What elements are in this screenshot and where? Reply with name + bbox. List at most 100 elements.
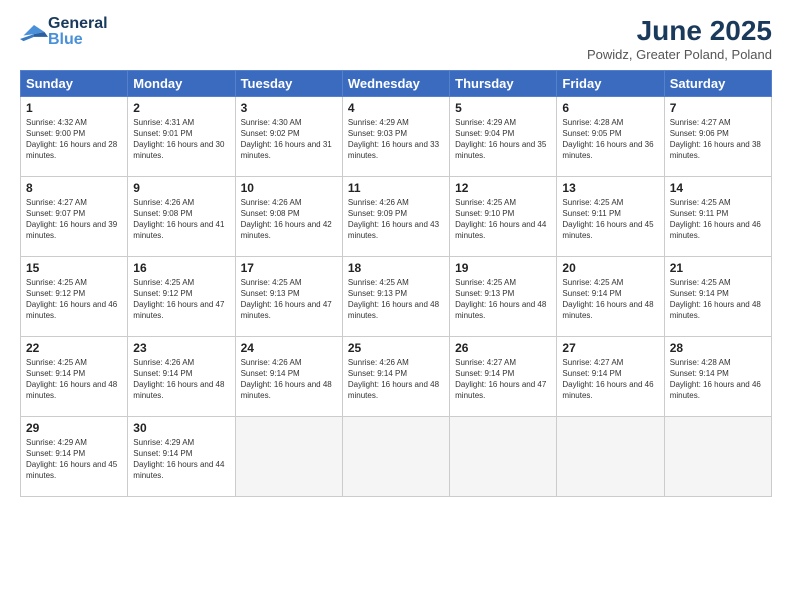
table-row: 9 Sunrise: 4:26 AMSunset: 9:08 PMDayligh… <box>128 176 235 256</box>
day-number: 24 <box>241 341 337 355</box>
calendar-week-5: 29 Sunrise: 4:29 AMSunset: 9:14 PMDaylig… <box>21 416 772 496</box>
day-info: Sunrise: 4:25 AMSunset: 9:14 PMDaylight:… <box>562 278 653 321</box>
day-number: 25 <box>348 341 444 355</box>
day-info: Sunrise: 4:32 AMSunset: 9:00 PMDaylight:… <box>26 118 117 161</box>
table-row: 20 Sunrise: 4:25 AMSunset: 9:14 PMDaylig… <box>557 256 664 336</box>
day-info: Sunrise: 4:26 AMSunset: 9:08 PMDaylight:… <box>133 198 224 241</box>
day-info: Sunrise: 4:25 AMSunset: 9:13 PMDaylight:… <box>241 278 332 321</box>
day-number: 30 <box>133 421 229 435</box>
page: General Blue June 2025 Powidz, Greater P… <box>0 0 792 612</box>
table-row: 17 Sunrise: 4:25 AMSunset: 9:13 PMDaylig… <box>235 256 342 336</box>
calendar-week-1: 1 Sunrise: 4:32 AMSunset: 9:00 PMDayligh… <box>21 96 772 176</box>
table-row: 25 Sunrise: 4:26 AMSunset: 9:14 PMDaylig… <box>342 336 449 416</box>
day-info: Sunrise: 4:28 AMSunset: 9:05 PMDaylight:… <box>562 118 653 161</box>
main-title: June 2025 <box>587 16 772 47</box>
day-info: Sunrise: 4:25 AMSunset: 9:13 PMDaylight:… <box>455 278 546 321</box>
table-row: 22 Sunrise: 4:25 AMSunset: 9:14 PMDaylig… <box>21 336 128 416</box>
table-row <box>557 416 664 496</box>
day-number: 1 <box>26 101 122 115</box>
day-info: Sunrise: 4:31 AMSunset: 9:01 PMDaylight:… <box>133 118 224 161</box>
day-info: Sunrise: 4:29 AMSunset: 9:03 PMDaylight:… <box>348 118 439 161</box>
day-info: Sunrise: 4:26 AMSunset: 9:14 PMDaylight:… <box>133 358 224 401</box>
header: General Blue June 2025 Powidz, Greater P… <box>20 16 772 62</box>
day-info: Sunrise: 4:29 AMSunset: 9:14 PMDaylight:… <box>133 438 224 481</box>
day-info: Sunrise: 4:29 AMSunset: 9:04 PMDaylight:… <box>455 118 546 161</box>
table-row: 5 Sunrise: 4:29 AMSunset: 9:04 PMDayligh… <box>450 96 557 176</box>
day-number: 20 <box>562 261 658 275</box>
day-info: Sunrise: 4:25 AMSunset: 9:14 PMDaylight:… <box>670 278 761 321</box>
day-info: Sunrise: 4:26 AMSunset: 9:08 PMDaylight:… <box>241 198 332 241</box>
day-info: Sunrise: 4:27 AMSunset: 9:07 PMDaylight:… <box>26 198 117 241</box>
day-info: Sunrise: 4:25 AMSunset: 9:10 PMDaylight:… <box>455 198 546 241</box>
logo-blue-text: Blue <box>48 32 108 48</box>
day-number: 23 <box>133 341 229 355</box>
table-row: 7 Sunrise: 4:27 AMSunset: 9:06 PMDayligh… <box>664 96 771 176</box>
table-row: 8 Sunrise: 4:27 AMSunset: 9:07 PMDayligh… <box>21 176 128 256</box>
day-info: Sunrise: 4:26 AMSunset: 9:09 PMDaylight:… <box>348 198 439 241</box>
table-row: 26 Sunrise: 4:27 AMSunset: 9:14 PMDaylig… <box>450 336 557 416</box>
table-row: 12 Sunrise: 4:25 AMSunset: 9:10 PMDaylig… <box>450 176 557 256</box>
day-info: Sunrise: 4:28 AMSunset: 9:14 PMDaylight:… <box>670 358 761 401</box>
day-info: Sunrise: 4:25 AMSunset: 9:11 PMDaylight:… <box>670 198 761 241</box>
col-monday: Monday <box>128 70 235 96</box>
day-number: 15 <box>26 261 122 275</box>
day-number: 18 <box>348 261 444 275</box>
calendar-body: 1 Sunrise: 4:32 AMSunset: 9:00 PMDayligh… <box>21 96 772 496</box>
day-number: 11 <box>348 181 444 195</box>
col-sunday: Sunday <box>21 70 128 96</box>
day-number: 19 <box>455 261 551 275</box>
table-row <box>450 416 557 496</box>
col-wednesday: Wednesday <box>342 70 449 96</box>
day-number: 29 <box>26 421 122 435</box>
day-number: 17 <box>241 261 337 275</box>
day-number: 28 <box>670 341 766 355</box>
day-info: Sunrise: 4:27 AMSunset: 9:14 PMDaylight:… <box>562 358 653 401</box>
day-number: 16 <box>133 261 229 275</box>
table-row: 21 Sunrise: 4:25 AMSunset: 9:14 PMDaylig… <box>664 256 771 336</box>
table-row: 24 Sunrise: 4:26 AMSunset: 9:14 PMDaylig… <box>235 336 342 416</box>
table-row: 19 Sunrise: 4:25 AMSunset: 9:13 PMDaylig… <box>450 256 557 336</box>
day-info: Sunrise: 4:25 AMSunset: 9:14 PMDaylight:… <box>26 358 117 401</box>
day-number: 8 <box>26 181 122 195</box>
day-number: 6 <box>562 101 658 115</box>
table-row: 15 Sunrise: 4:25 AMSunset: 9:12 PMDaylig… <box>21 256 128 336</box>
day-info: Sunrise: 4:29 AMSunset: 9:14 PMDaylight:… <box>26 438 117 481</box>
table-row: 1 Sunrise: 4:32 AMSunset: 9:00 PMDayligh… <box>21 96 128 176</box>
day-number: 12 <box>455 181 551 195</box>
day-info: Sunrise: 4:25 AMSunset: 9:12 PMDaylight:… <box>133 278 224 321</box>
day-info: Sunrise: 4:26 AMSunset: 9:14 PMDaylight:… <box>348 358 439 401</box>
day-number: 9 <box>133 181 229 195</box>
table-row: 30 Sunrise: 4:29 AMSunset: 9:14 PMDaylig… <box>128 416 235 496</box>
day-info: Sunrise: 4:27 AMSunset: 9:06 PMDaylight:… <box>670 118 761 161</box>
day-number: 4 <box>348 101 444 115</box>
day-info: Sunrise: 4:25 AMSunset: 9:11 PMDaylight:… <box>562 198 653 241</box>
day-info: Sunrise: 4:30 AMSunset: 9:02 PMDaylight:… <box>241 118 332 161</box>
col-thursday: Thursday <box>450 70 557 96</box>
logo-general-text: General <box>48 16 108 32</box>
table-row <box>235 416 342 496</box>
title-section: June 2025 Powidz, Greater Poland, Poland <box>587 16 772 62</box>
table-row: 10 Sunrise: 4:26 AMSunset: 9:08 PMDaylig… <box>235 176 342 256</box>
logo-icon <box>20 21 48 43</box>
table-row: 4 Sunrise: 4:29 AMSunset: 9:03 PMDayligh… <box>342 96 449 176</box>
calendar-header: Sunday Monday Tuesday Wednesday Thursday… <box>21 70 772 96</box>
day-number: 22 <box>26 341 122 355</box>
col-friday: Friday <box>557 70 664 96</box>
table-row: 11 Sunrise: 4:26 AMSunset: 9:09 PMDaylig… <box>342 176 449 256</box>
table-row: 23 Sunrise: 4:26 AMSunset: 9:14 PMDaylig… <box>128 336 235 416</box>
day-number: 27 <box>562 341 658 355</box>
table-row: 28 Sunrise: 4:28 AMSunset: 9:14 PMDaylig… <box>664 336 771 416</box>
calendar-week-4: 22 Sunrise: 4:25 AMSunset: 9:14 PMDaylig… <box>21 336 772 416</box>
table-row: 27 Sunrise: 4:27 AMSunset: 9:14 PMDaylig… <box>557 336 664 416</box>
logo-name: General Blue <box>48 16 108 48</box>
table-row: 3 Sunrise: 4:30 AMSunset: 9:02 PMDayligh… <box>235 96 342 176</box>
table-row: 16 Sunrise: 4:25 AMSunset: 9:12 PMDaylig… <box>128 256 235 336</box>
col-saturday: Saturday <box>664 70 771 96</box>
subtitle: Powidz, Greater Poland, Poland <box>587 47 772 62</box>
table-row <box>342 416 449 496</box>
calendar-week-2: 8 Sunrise: 4:27 AMSunset: 9:07 PMDayligh… <box>21 176 772 256</box>
table-row: 18 Sunrise: 4:25 AMSunset: 9:13 PMDaylig… <box>342 256 449 336</box>
day-info: Sunrise: 4:25 AMSunset: 9:13 PMDaylight:… <box>348 278 439 321</box>
day-number: 13 <box>562 181 658 195</box>
day-number: 7 <box>670 101 766 115</box>
